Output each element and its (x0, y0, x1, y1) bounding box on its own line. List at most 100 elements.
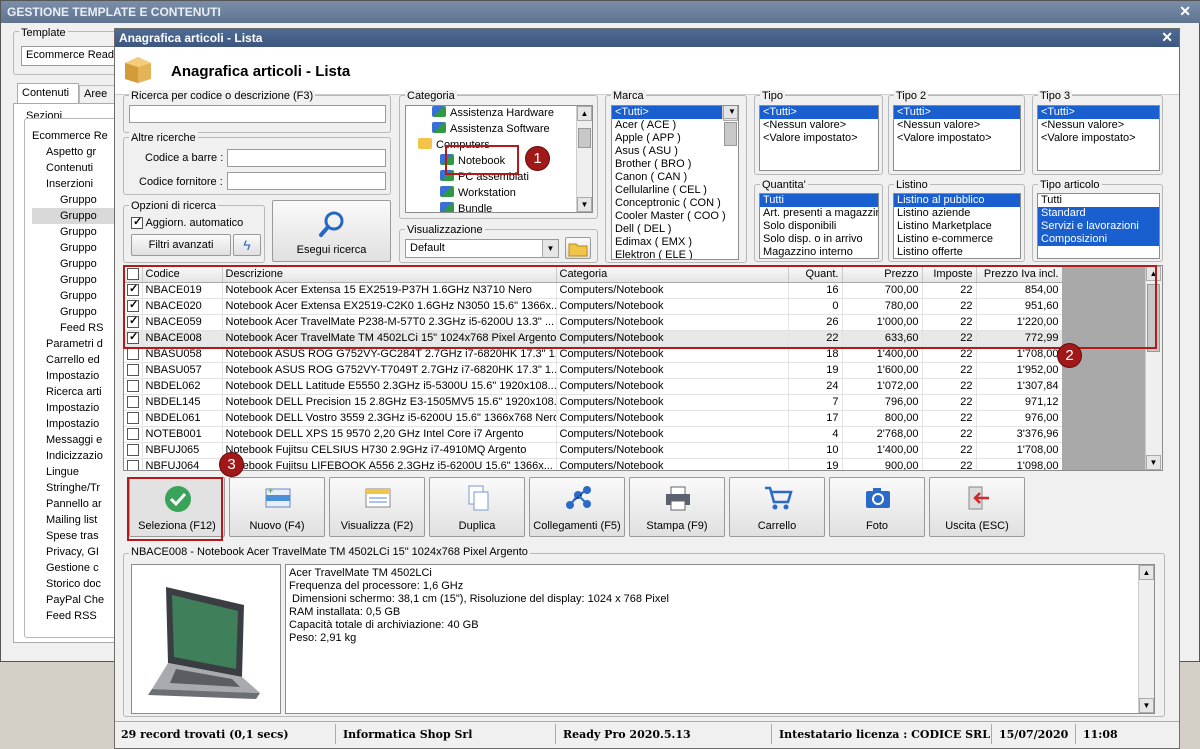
brand-item[interactable]: Dell ( DEL ) (612, 223, 738, 236)
listino-list[interactable]: Listino al pubblico Listino aziende Listin… (893, 193, 1021, 259)
table-row[interactable]: NBFUJ065 Notebook Fujitsu CELSIUS H730 2.… (124, 442, 1063, 459)
cart-button[interactable]: Carrello (729, 477, 825, 537)
tree-item[interactable]: Gruppo (32, 240, 118, 256)
listino-item[interactable]: Listino Marketplace (894, 220, 1020, 233)
photo-button[interactable]: Foto (829, 477, 925, 537)
row-checkbox[interactable] (127, 396, 139, 409)
brand-item[interactable]: Canon ( CAN ) (612, 171, 738, 184)
tipo2-list[interactable]: <Tutti> <Nessun valore> <Valore impostato> (893, 105, 1021, 171)
tab-contenuti[interactable]: Contenuti (17, 83, 79, 103)
category-item[interactable]: Bundle (440, 201, 492, 212)
brand-item[interactable]: Acer ( ACE ) (612, 119, 738, 132)
duplicate-button[interactable]: Duplica (429, 477, 525, 537)
row-checkbox-cell[interactable] (124, 442, 143, 459)
tree-item[interactable]: Impostazio (32, 400, 118, 416)
folder-icon[interactable] (565, 237, 591, 259)
exit-button[interactable]: Uscita (ESC) (929, 477, 1025, 537)
tipoart-item[interactable]: Tutti (1038, 194, 1159, 207)
brand-item[interactable]: <Tutti> (612, 106, 738, 119)
table-row[interactable]: NOTEB001 Notebook DELL XPS 15 9570 2,20 G… (124, 426, 1063, 443)
tree-item[interactable]: Spese tras (32, 528, 118, 544)
tree-item[interactable]: Stringhe/Tr (32, 480, 118, 496)
advanced-filters-button[interactable]: Filtri avanzati (131, 234, 231, 256)
qty-item[interactable]: Tutti (760, 194, 878, 207)
tree-item[interactable]: Gruppo (32, 288, 118, 304)
tipo2-item[interactable]: <Valore impostato> (894, 132, 1020, 145)
lightning-icon[interactable]: ϟ (233, 234, 261, 256)
tree-item[interactable]: Feed RSS (32, 608, 118, 624)
tree-item[interactable]: Pannello ar (32, 496, 118, 512)
table-row[interactable]: NBDEL145 Notebook DELL Precision 15 2.8GH… (124, 394, 1063, 411)
category-item[interactable]: Workstation (440, 185, 516, 201)
listino-item[interactable]: Listino offerte (894, 246, 1020, 258)
listino-item[interactable]: Listino al pubblico (894, 194, 1020, 207)
row-checkbox[interactable] (127, 444, 139, 457)
qty-item[interactable]: Art. presenti a magazzino (760, 207, 878, 220)
view-button[interactable]: Visualizza (F2) (329, 477, 425, 537)
print-button[interactable]: Stampa (F9) (629, 477, 725, 537)
table-row[interactable]: NBDEL061 Notebook DELL Vostro 3559 2.3GHz… (124, 410, 1063, 427)
tipo3-list[interactable]: <Tutti> <Nessun valore> <Valore impostato> (1037, 105, 1160, 171)
brand-item[interactable]: Cellularline ( CEL ) (612, 184, 738, 197)
tree-item[interactable]: Aspetto gr (32, 144, 118, 160)
close-icon[interactable]: ✕ (1161, 29, 1173, 46)
tipo-list[interactable]: <Tutti> <Nessun valore> <Valore impostato> (759, 105, 879, 171)
row-checkbox[interactable] (127, 380, 139, 393)
tree-item[interactable]: Storico doc (32, 576, 118, 592)
sections-tree[interactable]: Ecommerce Re Aspetto gr Contenuti Inserzion… (32, 128, 118, 638)
row-checkbox[interactable] (127, 412, 139, 425)
category-item[interactable]: Assistenza Software (432, 121, 550, 137)
tipoart-list[interactable]: Tutti Standard Servizi e lavorazioni Compos… (1037, 193, 1160, 259)
tipoart-item[interactable]: Composizioni (1038, 233, 1159, 246)
tab-aree-web[interactable]: Aree w (79, 85, 119, 112)
tree-item[interactable]: Ricerca arti (32, 384, 118, 400)
row-checkbox[interactable] (127, 460, 139, 470)
brand-item[interactable]: Brother ( BRO ) (612, 158, 738, 171)
tree-item[interactable]: Gruppo (32, 256, 118, 272)
tipo-item[interactable]: <Nessun valore> (760, 119, 878, 132)
tree-item[interactable]: Privacy, GI (32, 544, 118, 560)
tree-item[interactable]: PayPal Che (32, 592, 118, 608)
category-item[interactable]: Assistenza Hardware (432, 106, 554, 121)
tree-item[interactable]: Mailing list (32, 512, 118, 528)
row-checkbox-cell[interactable] (124, 458, 143, 470)
row-checkbox-cell[interactable] (124, 426, 143, 443)
search-input[interactable] (129, 105, 386, 123)
tipoart-item[interactable]: Standard (1038, 207, 1159, 220)
supplier-code-input[interactable] (227, 172, 386, 190)
table-row[interactable]: NBFUJ064 Notebook Fujitsu LIFEBOOK A556 2… (124, 458, 1063, 470)
tree-item[interactable]: Gruppo (32, 224, 118, 240)
row-checkbox[interactable] (127, 428, 139, 441)
tree-item[interactable]: Impostazio (32, 416, 118, 432)
listino-item[interactable]: Listino aziende (894, 207, 1020, 220)
auto-update-checkbox[interactable]: Aggiorn. automatico (131, 215, 243, 230)
row-checkbox[interactable] (127, 348, 139, 361)
qty-item[interactable]: Solo disponibili (760, 220, 878, 233)
chevron-down-icon[interactable]: ▼ (542, 240, 558, 257)
barcode-input[interactable] (227, 149, 386, 167)
brand-scrollbar[interactable]: ▲▼ (722, 106, 738, 146)
close-icon[interactable]: ✕ (1179, 3, 1191, 20)
brand-item[interactable]: Cooler Master ( COO ) (612, 210, 738, 223)
tree-item[interactable]: Indicizzazio (32, 448, 118, 464)
tipo-item[interactable]: <Tutti> (760, 106, 878, 119)
row-checkbox-cell[interactable] (124, 362, 143, 379)
tree-item[interactable]: Gruppo (32, 304, 118, 320)
table-row[interactable]: NBDEL062 Notebook DELL Latitude E5550 2.3… (124, 378, 1063, 395)
links-button[interactable]: Collegamenti (F5) (529, 477, 625, 537)
tree-item[interactable]: Inserzioni (32, 176, 118, 192)
brand-item[interactable]: Conceptronic ( CON ) (612, 197, 738, 210)
tree-item[interactable]: Feed RS (32, 320, 118, 336)
row-checkbox-cell[interactable] (124, 378, 143, 395)
tree-item[interactable]: Gruppo (32, 272, 118, 288)
tree-item[interactable]: Contenuti (32, 160, 118, 176)
row-checkbox-cell[interactable] (124, 410, 143, 427)
brand-list[interactable]: <Tutti> Acer ( ACE ) Apple ( APP ) Asus ( A… (611, 105, 739, 260)
tree-item[interactable]: Ecommerce Re (32, 128, 118, 144)
tipo2-item[interactable]: <Tutti> (894, 106, 1020, 119)
table-row[interactable]: NBASU057 Notebook ASUS ROG G752VY-T7049T … (124, 362, 1063, 379)
row-checkbox-cell[interactable] (124, 394, 143, 411)
listino-item[interactable]: Listino e-commerce (894, 233, 1020, 246)
tree-item[interactable]: Impostazio (32, 368, 118, 384)
qty-list[interactable]: Tutti Art. presenti a magazzino Solo dispo… (759, 193, 879, 259)
